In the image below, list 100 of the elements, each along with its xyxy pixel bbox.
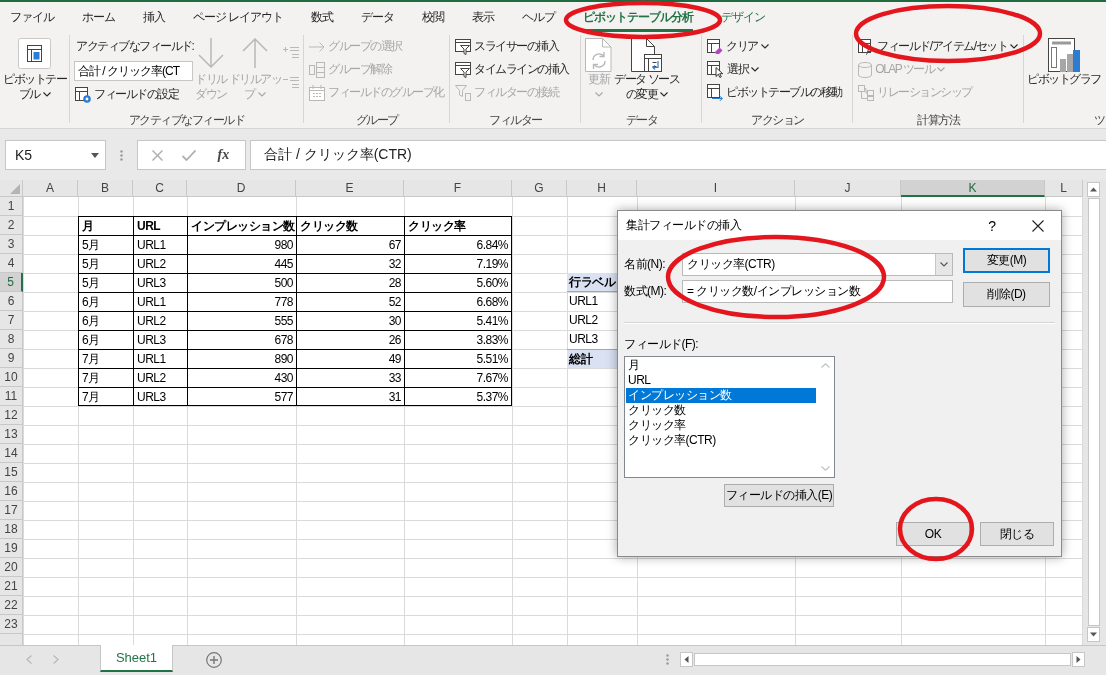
select-all-button[interactable] — [0, 180, 23, 197]
help-button[interactable]: ? — [969, 211, 1015, 240]
row-header[interactable]: 19 — [0, 539, 23, 558]
table-cell: 31 — [296, 387, 404, 406]
row-header[interactable]: 2 — [0, 216, 23, 235]
row-header[interactable]: 8 — [0, 330, 23, 349]
column-header[interactable]: L — [1045, 180, 1083, 197]
list-item[interactable]: インプレッション数 — [626, 388, 816, 403]
insert-field-button[interactable]: フィールドの挿入(E) — [724, 484, 834, 507]
list-item[interactable]: クリック数 — [626, 403, 816, 418]
document-table-icon — [631, 38, 663, 72]
ribbon-button[interactable]: タイムラインの挿入 — [454, 58, 570, 81]
ribbon-button[interactable]: ピボットテー ブル — [3, 32, 66, 102]
down-chevron-icon[interactable] — [821, 466, 830, 471]
dialog-button[interactable]: 削除(D) — [963, 282, 1050, 307]
row-header[interactable]: 15 — [0, 463, 23, 482]
list-item[interactable]: 月 — [626, 358, 816, 373]
cancel-icon[interactable] — [151, 149, 163, 161]
ribbon-tab[interactable]: ファイル — [10, 2, 54, 32]
ribbon-button[interactable]: ピボットテーブルの移動 — [706, 81, 843, 104]
up-chevron-icon[interactable] — [821, 363, 830, 368]
ribbon-tab[interactable]: ヘルプ — [522, 2, 556, 32]
caret-icon[interactable] — [91, 152, 99, 158]
ribbon-button[interactable]: フィールドの設定 — [74, 83, 194, 106]
row-header[interactable]: 9 — [0, 349, 23, 368]
column-header[interactable]: H — [567, 180, 637, 197]
caret-icon — [940, 262, 948, 267]
row-header[interactable]: 6 — [0, 292, 23, 311]
list-item[interactable]: URL — [626, 373, 816, 388]
scroll-right-icon[interactable] — [1072, 652, 1085, 667]
column-header[interactable]: I — [637, 180, 795, 197]
column-header[interactable]: K — [901, 180, 1045, 197]
column-header[interactable]: E — [296, 180, 404, 197]
dialog-button[interactable]: 閉じる — [980, 522, 1054, 546]
row-header[interactable]: 1 — [0, 197, 23, 216]
row-header[interactable]: 23 — [0, 615, 23, 634]
ribbon-tab[interactable]: ホーム — [82, 2, 115, 32]
field-list-label: フィールド(F): — [624, 336, 699, 352]
row-header[interactable]: 11 — [0, 387, 23, 406]
dialog-button[interactable]: 変更(M) — [963, 248, 1050, 273]
ribbon-tab[interactable]: 校閲 — [422, 2, 445, 32]
ribbon-button[interactable]: データ ソース の変更 — [614, 32, 680, 102]
dropdown-button[interactable] — [935, 254, 952, 275]
plus-circle-icon[interactable] — [206, 652, 222, 668]
table-header-cell: URL — [133, 216, 187, 235]
sheet-tab[interactable]: Sheet1 — [100, 645, 173, 672]
active-field-input[interactable]: 合計 / クリック率(CT — [74, 61, 194, 81]
row-header[interactable]: 18 — [0, 520, 23, 539]
triangle-icon — [10, 184, 20, 194]
drag-handle-icon[interactable] — [666, 654, 669, 665]
column-header[interactable]: A — [23, 180, 78, 197]
row-header[interactable]: 21 — [0, 577, 23, 596]
name-combobox[interactable]: クリック率(CTR) — [682, 253, 953, 276]
ribbon-button[interactable]: フィールド/アイテム/セット — [857, 35, 1019, 58]
drag-handle-icon[interactable] — [120, 149, 123, 161]
row-header[interactable]: 14 — [0, 444, 23, 463]
row-header[interactable]: 22 — [0, 596, 23, 615]
row-header[interactable]: 12 — [0, 406, 23, 425]
list-item[interactable]: クリック率 — [626, 418, 816, 433]
field-list[interactable]: 月 URL インプレッション数 クリック数 クリック率 クリック率(CTR) — [624, 356, 835, 478]
table-cell: 5月 — [78, 235, 133, 254]
row-header[interactable]: 5 — [0, 273, 23, 292]
row-header[interactable]: 7 — [0, 311, 23, 330]
ribbon-button[interactable]: クリア — [706, 35, 843, 58]
scrollbar-thumb[interactable] — [1087, 198, 1100, 626]
ribbon-button[interactable]: ピボットグラフ — [1027, 32, 1101, 87]
scroll-left-icon[interactable] — [680, 652, 693, 667]
check-icon[interactable] — [182, 149, 197, 161]
scroll-up-icon[interactable] — [1087, 182, 1100, 197]
scroll-down-icon[interactable] — [1087, 627, 1100, 642]
list-item[interactable]: クリック率(CTR) — [626, 433, 816, 448]
ribbon-tab[interactable]: デザイン — [721, 2, 766, 32]
row-header[interactable]: 17 — [0, 501, 23, 520]
row-header[interactable]: 13 — [0, 425, 23, 444]
insert-function-button[interactable]: fx — [215, 147, 232, 163]
column-header[interactable]: F — [404, 180, 512, 197]
formula-input[interactable]: = クリック数/インプレッション数 — [682, 280, 953, 303]
row-header[interactable]: 4 — [0, 254, 23, 273]
ribbon-button[interactable]: スライサーの挿入 — [454, 35, 570, 58]
column-header[interactable]: G — [512, 180, 567, 197]
row-header[interactable]: 16 — [0, 482, 23, 501]
formula-input[interactable]: 合計 / クリック率(CTR) — [250, 140, 1106, 170]
name-box[interactable]: K5 — [5, 140, 106, 170]
ribbon-tab[interactable]: 表示 — [472, 2, 495, 32]
scrollbar-thumb[interactable] — [694, 653, 1071, 666]
row-header[interactable]: 20 — [0, 558, 23, 577]
dialog-button[interactable]: OK — [896, 522, 970, 546]
ribbon-button[interactable]: 選択 — [706, 58, 843, 81]
table-cursor-icon — [707, 61, 725, 78]
row-header[interactable]: 10 — [0, 368, 23, 387]
ribbon-tab[interactable]: データ — [361, 2, 395, 32]
column-header[interactable]: J — [795, 180, 901, 197]
column-header[interactable]: C — [133, 180, 187, 197]
ribbon-tab[interactable]: 数式 — [311, 2, 334, 32]
ribbon-tab[interactable]: ページ レイアウト — [193, 2, 284, 32]
column-header[interactable]: D — [187, 180, 296, 197]
table-cell: 5月 — [78, 273, 133, 292]
column-header[interactable]: B — [78, 180, 133, 197]
ribbon-tab[interactable]: 挿入 — [143, 2, 165, 32]
row-header[interactable]: 3 — [0, 235, 23, 254]
